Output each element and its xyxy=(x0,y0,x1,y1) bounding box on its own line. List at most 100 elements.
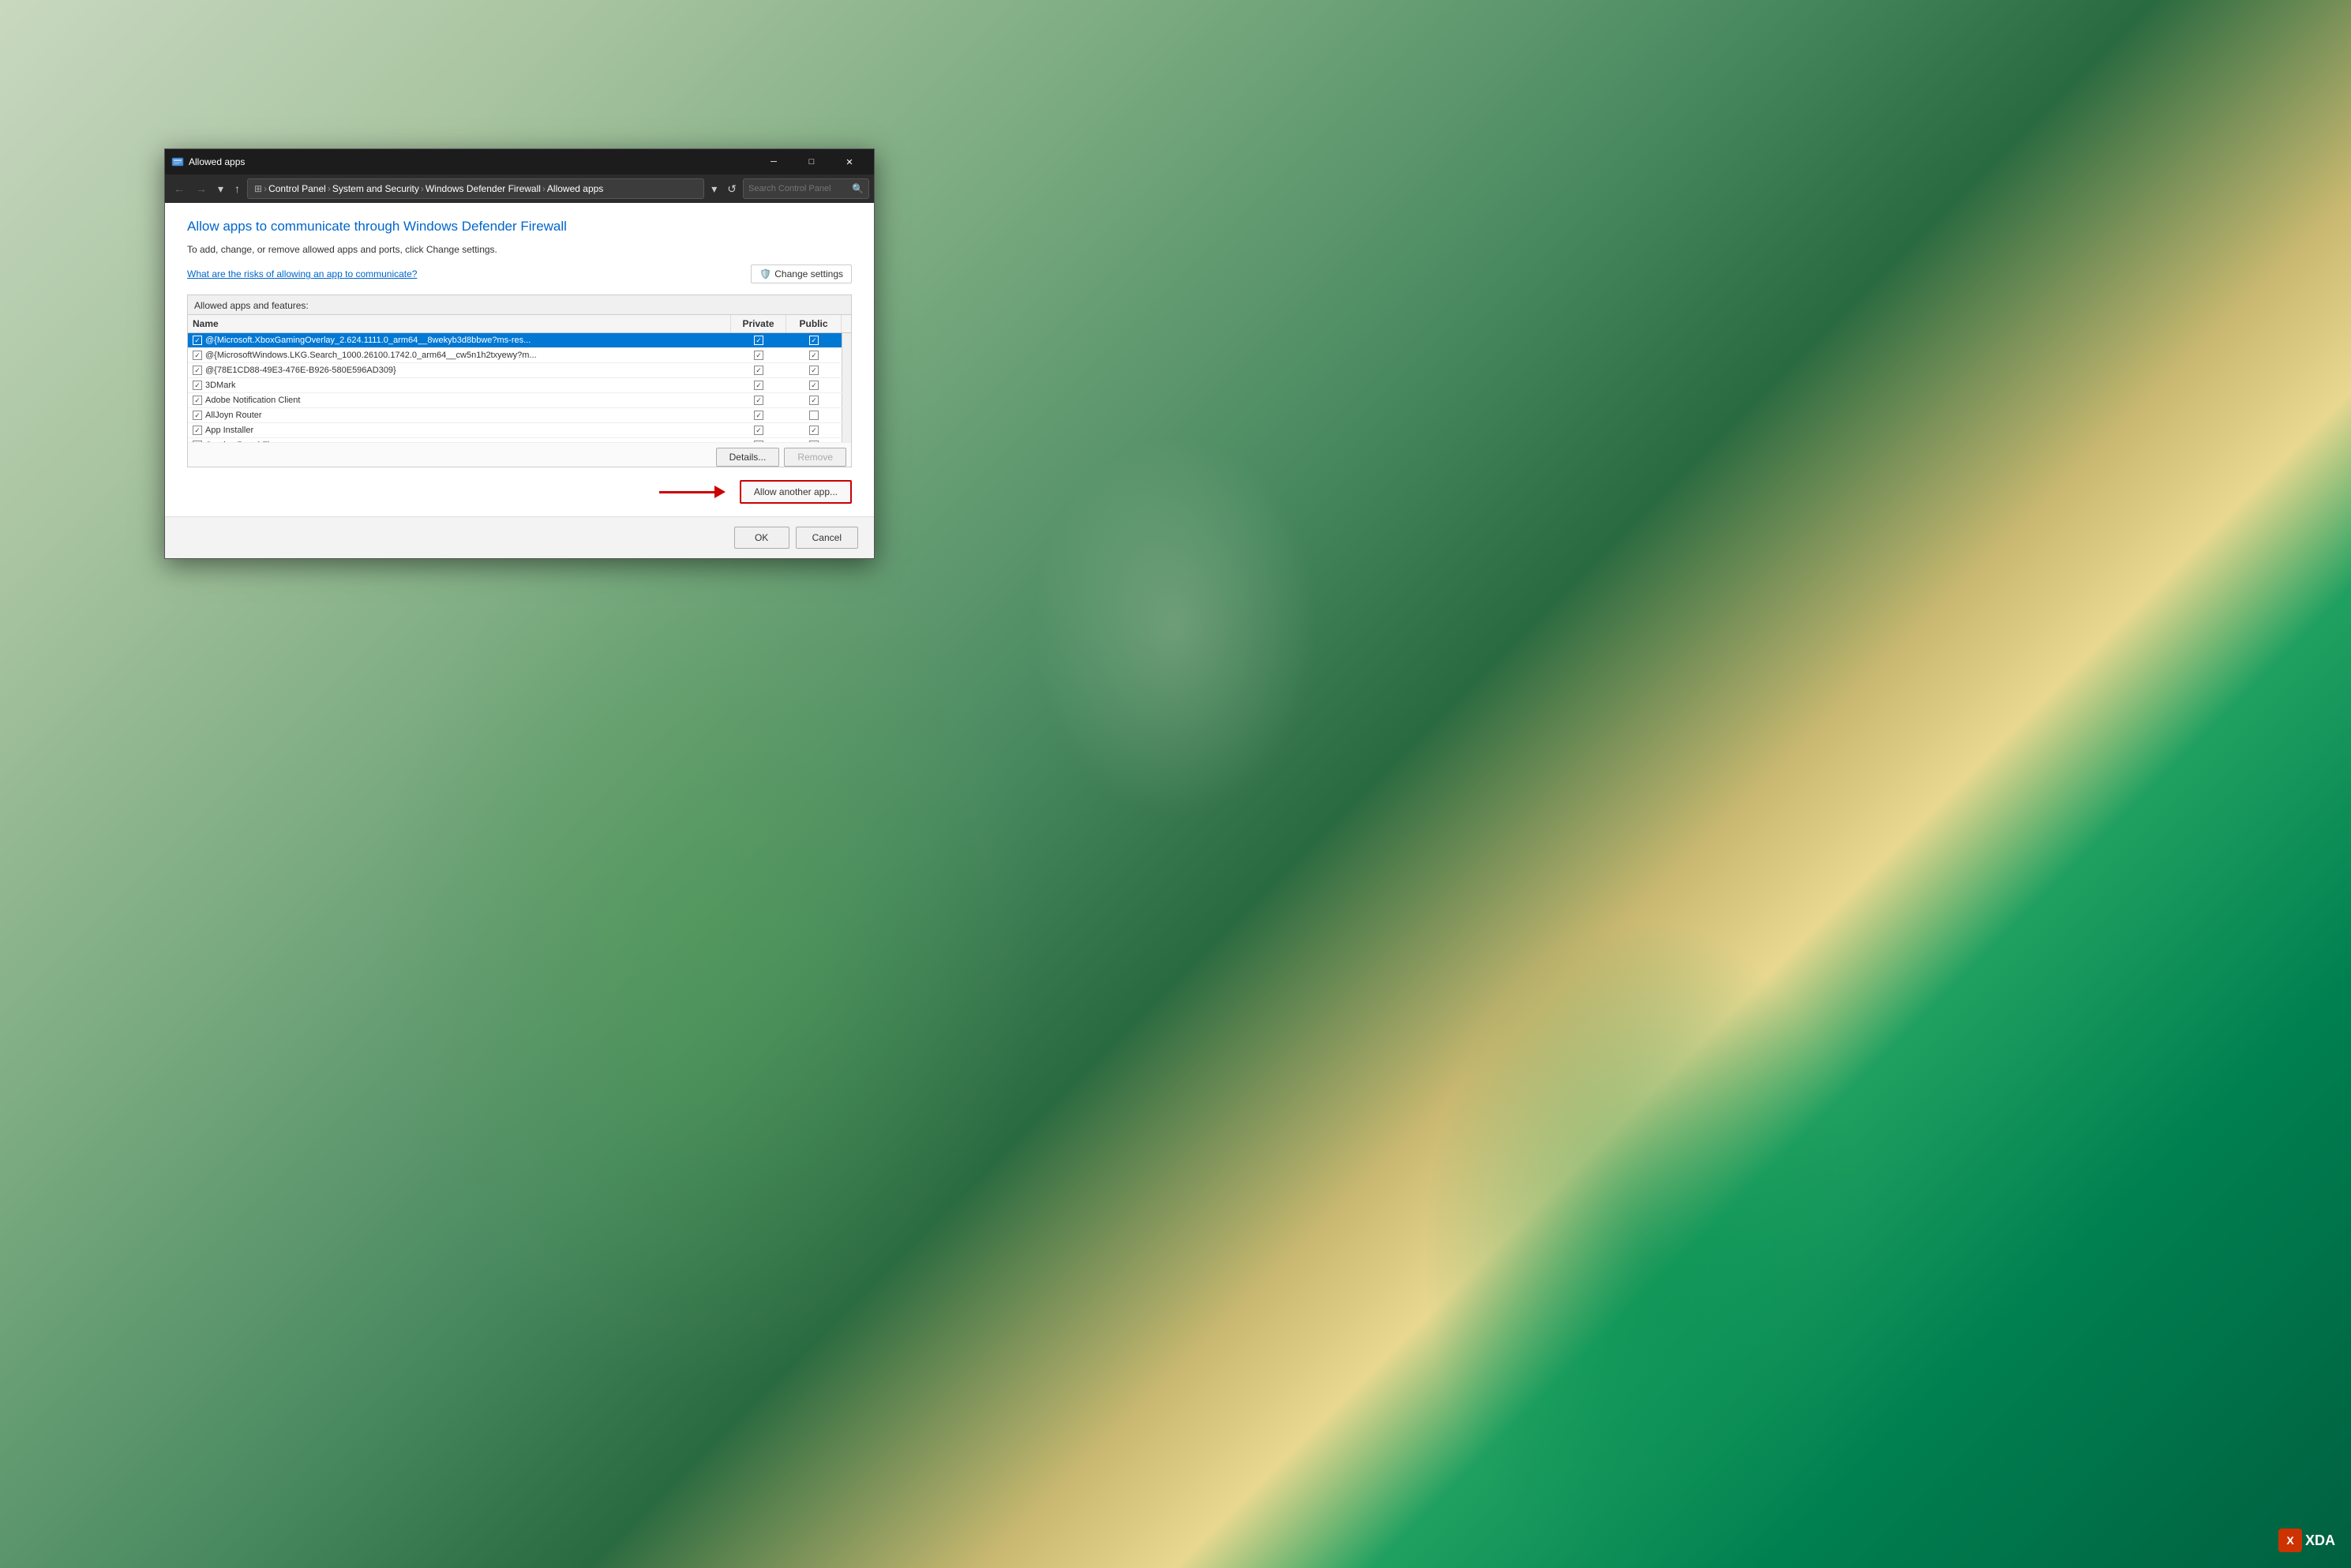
checkbox-public[interactable] xyxy=(809,426,819,435)
table-row[interactable]: Adobe Notification Client xyxy=(188,393,851,408)
col-scroll xyxy=(842,315,851,332)
row-public xyxy=(786,363,842,377)
checkbox-icon[interactable] xyxy=(193,366,202,375)
table-row[interactable]: @{78E1CD88-49E3-476E-B926-580E596AD309} xyxy=(188,363,851,378)
row-private xyxy=(731,423,786,437)
dropdown-recent-button[interactable]: ▾ xyxy=(214,180,227,198)
checkbox-icon[interactable] xyxy=(193,426,202,435)
details-button[interactable]: Details... xyxy=(716,448,780,467)
window-icon xyxy=(171,156,184,168)
row-public xyxy=(786,348,842,362)
row-private xyxy=(731,408,786,422)
table-row[interactable]: 3DMark xyxy=(188,378,851,393)
path-control-panel[interactable]: Control Panel xyxy=(268,183,326,194)
search-input[interactable] xyxy=(748,184,852,193)
row-name: AllJoyn Router xyxy=(188,408,731,422)
checkbox-icon[interactable] xyxy=(193,396,202,405)
table-footer-buttons: Details... Remove xyxy=(188,442,851,467)
cancel-button[interactable]: Cancel xyxy=(796,527,858,549)
apps-table: Name Private Public @{Microsoft.XboxGami… xyxy=(188,315,851,442)
maximize-button[interactable]: □ xyxy=(793,149,830,174)
allowed-apps-window: Allowed apps ─ □ ✕ ← → ▾ ↑ ⊞ › Control P… xyxy=(164,148,875,559)
address-dropdown-button[interactable]: ▾ xyxy=(707,180,721,198)
arrow-head xyxy=(714,486,726,498)
dialog-footer: OK Cancel xyxy=(165,516,874,558)
xda-logo: X XDA xyxy=(2278,1529,2335,1552)
row-name-text: AllJoyn Router xyxy=(205,411,262,420)
row-name-text: @{MicrosoftWindows.LKG.Search_1000.26100… xyxy=(205,351,537,360)
up-button[interactable]: ↑ xyxy=(231,180,244,197)
allow-another-button[interactable]: Allow another app... xyxy=(740,480,852,504)
checkbox-public[interactable] xyxy=(809,366,819,375)
checkbox-private-icon[interactable] xyxy=(193,336,202,345)
row-public xyxy=(786,408,842,422)
checkbox-public[interactable] xyxy=(809,351,819,360)
window-title: Allowed apps xyxy=(189,156,756,167)
path-sep-4: › xyxy=(542,183,546,194)
checkbox-private[interactable] xyxy=(754,426,763,435)
row-private xyxy=(731,363,786,377)
minimize-button[interactable]: ─ xyxy=(756,149,792,174)
content-area: Allow apps to communicate through Window… xyxy=(165,203,874,516)
title-bar: Allowed apps ─ □ ✕ xyxy=(165,149,874,174)
apps-table-container: Allowed apps and features: Name Private … xyxy=(187,294,852,467)
path-system-security[interactable]: System and Security xyxy=(332,183,419,194)
checkbox-icon[interactable] xyxy=(193,351,202,360)
table-row[interactable]: AllJoyn Router xyxy=(188,408,851,423)
checkbox-private[interactable] xyxy=(754,366,763,375)
table-row[interactable]: @{Microsoft.XboxGamingOverlay_2.624.1111… xyxy=(188,333,851,348)
arrow-shaft xyxy=(659,491,714,493)
col-private: Private xyxy=(731,315,786,332)
row-name-text: 3DMark xyxy=(205,381,236,390)
row-name: @{78E1CD88-49E3-476E-B926-580E596AD309} xyxy=(188,363,731,377)
row-name-text: @{Microsoft.XboxGamingOverlay_2.624.1111… xyxy=(205,336,531,345)
path-sep-2: › xyxy=(328,183,331,194)
risks-link[interactable]: What are the risks of allowing an app to… xyxy=(187,268,417,279)
checkbox-public[interactable] xyxy=(809,396,819,405)
path-firewall[interactable]: Windows Defender Firewall xyxy=(426,183,541,194)
checkbox-private[interactable] xyxy=(754,396,763,405)
change-settings-button[interactable]: 🛡️ Change settings xyxy=(751,264,852,283)
table-row[interactable]: App Installer xyxy=(188,423,851,438)
forward-button[interactable]: → xyxy=(192,180,211,197)
row-public xyxy=(786,393,842,407)
path-sep-3: › xyxy=(421,183,424,194)
row-private xyxy=(731,348,786,362)
checkbox-public[interactable] xyxy=(809,381,819,390)
checkbox-public[interactable] xyxy=(809,336,819,345)
back-button[interactable]: ← xyxy=(170,180,189,197)
apps-label: Allowed apps and features: xyxy=(188,295,851,315)
close-button[interactable]: ✕ xyxy=(831,149,868,174)
row-name-text: Adobe Notification Client xyxy=(205,396,300,405)
address-right: ▾ ↺ 🔍 xyxy=(707,178,869,199)
page-subtitle: To add, change, or remove allowed apps a… xyxy=(187,244,852,255)
row-public xyxy=(786,333,842,347)
row-private xyxy=(731,393,786,407)
checkbox-private[interactable] xyxy=(754,381,763,390)
checkbox-icon[interactable] xyxy=(193,381,202,390)
row-name: App Installer xyxy=(188,423,731,437)
ok-button[interactable]: OK xyxy=(734,527,789,549)
checkbox-private[interactable] xyxy=(754,336,763,345)
search-icon: 🔍 xyxy=(852,183,864,194)
checkbox-private[interactable] xyxy=(754,411,763,420)
shield-icon: 🛡️ xyxy=(759,268,771,279)
checkbox-public[interactable] xyxy=(809,411,819,420)
change-settings-label: Change settings xyxy=(774,268,843,279)
checkbox-private[interactable] xyxy=(754,351,763,360)
row-name: @{Microsoft.XboxGamingOverlay_2.624.1111… xyxy=(188,333,731,347)
page-title: Allow apps to communicate through Window… xyxy=(187,219,852,234)
row-private xyxy=(731,378,786,392)
xda-label: XDA xyxy=(2305,1532,2335,1549)
address-path[interactable]: ⊞ › Control Panel › System and Security … xyxy=(247,178,704,199)
remove-button[interactable]: Remove xyxy=(784,448,846,467)
path-home-icon: ⊞ xyxy=(254,183,262,194)
checkbox-icon[interactable] xyxy=(193,411,202,420)
table-row[interactable]: @{MicrosoftWindows.LKG.Search_1000.26100… xyxy=(188,348,851,363)
search-box[interactable]: 🔍 xyxy=(743,178,869,199)
path-allowed-apps[interactable]: Allowed apps xyxy=(547,183,603,194)
xda-icon: X xyxy=(2278,1529,2302,1552)
path-sep-1: › xyxy=(264,183,267,194)
title-bar-controls: ─ □ ✕ xyxy=(756,149,868,174)
refresh-button[interactable]: ↺ xyxy=(723,180,741,198)
